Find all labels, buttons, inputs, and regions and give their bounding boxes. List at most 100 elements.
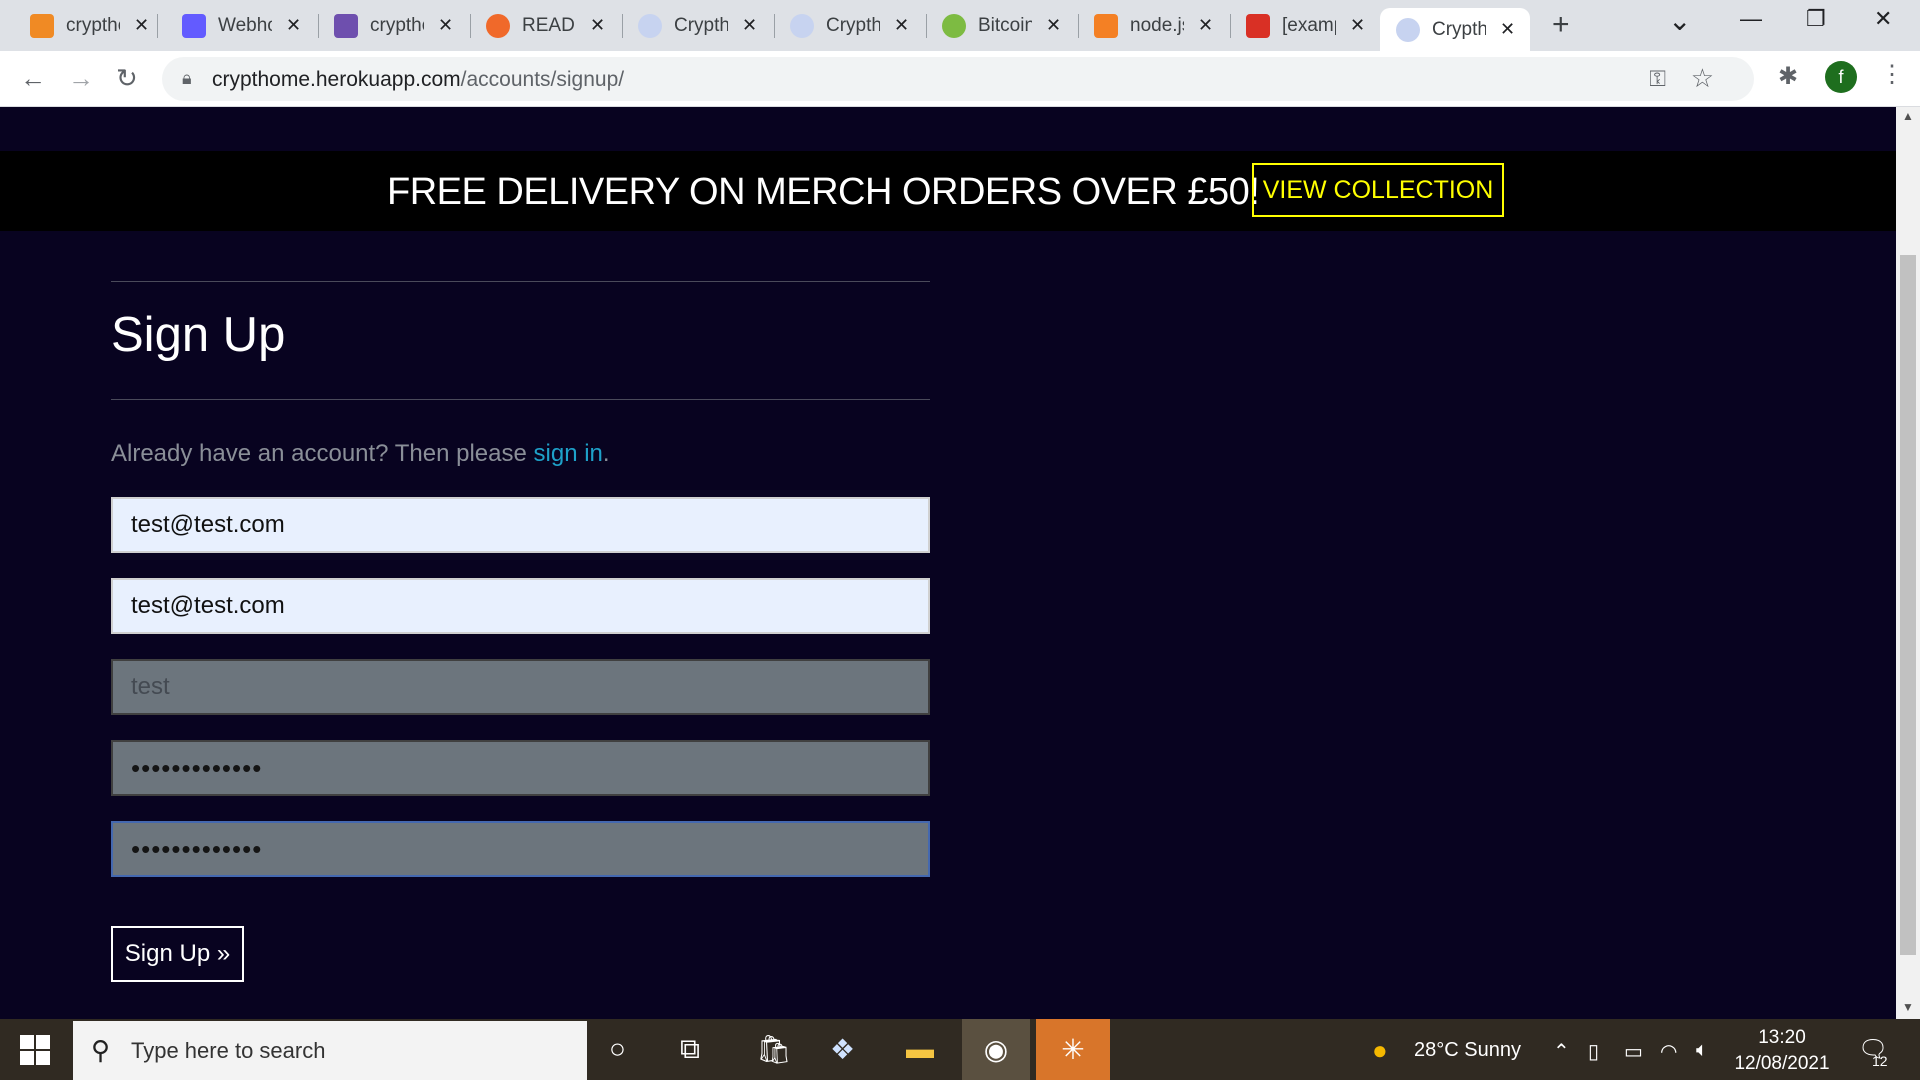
sign-up-button[interactable]: Sign Up » [111, 926, 244, 982]
cortana-icon[interactable]: ○ [609, 1033, 626, 1065]
close-tab-icon[interactable]: ✕ [1198, 15, 1213, 36]
password-key-icon[interactable]: ⚿ [1649, 66, 1666, 92]
page-title: Sign Up [111, 308, 286, 362]
email-field[interactable]: test@test.com [111, 497, 930, 553]
clock-time: 13:20 [1758, 1027, 1806, 1048]
tab-strip: crypthome ✕ Webhooks ✕ crypthome ✕ READM… [0, 0, 1920, 51]
meet-icon[interactable]: ▯ [1588, 1039, 1599, 1064]
battery-icon[interactable]: ▭ [1624, 1039, 1643, 1064]
back-icon[interactable]: ← [20, 63, 46, 94]
weather-text[interactable]: 28°C Sunny [1414, 1039, 1521, 1062]
scrollbar[interactable]: ▲ ▼ [1896, 107, 1920, 1019]
extensions-icon[interactable]: ✱ [1778, 62, 1798, 91]
tab-title: node.js [1130, 14, 1184, 36]
tab-favicon-icon [1396, 17, 1420, 42]
restore-icon[interactable]: ❐ [1806, 6, 1826, 32]
close-tab-icon[interactable]: ✕ [742, 15, 757, 36]
slack-icon[interactable]: ✳ [1036, 1019, 1110, 1080]
signin-prompt: Already have an account? Then please sig… [111, 440, 610, 467]
tab[interactable]: crypthome ✕ [0, 8, 149, 43]
close-window-icon[interactable]: ✕ [1874, 6, 1892, 32]
bookmark-star-icon[interactable]: ☆ [1691, 63, 1714, 94]
avatar[interactable]: f [1825, 61, 1857, 93]
tab-favicon-icon [790, 13, 814, 38]
view-collection-button[interactable]: VIEW COLLECTION [1252, 163, 1504, 217]
tab-favicon-icon [942, 13, 966, 38]
tab-favicon-icon [30, 13, 54, 38]
address-bar[interactable]: 🔒︎ crypthome.herokuapp.com/accounts/sign… [162, 57, 1754, 101]
close-tab-icon[interactable]: ✕ [1500, 19, 1515, 40]
forward-icon[interactable]: → [68, 63, 94, 94]
tab-favicon-icon [1094, 13, 1118, 38]
volume-icon[interactable]: 🔈︎ [1696, 1039, 1708, 1062]
tab-favicon-icon [1246, 13, 1270, 38]
tab-title: Crypthome [1432, 18, 1486, 40]
new-tab-button[interactable]: + [1552, 8, 1570, 42]
clock-date: 12/08/2021 [1734, 1053, 1830, 1074]
tab-title: Bitcoin [978, 14, 1032, 36]
chrome-icon[interactable]: ◉ [962, 1019, 1030, 1080]
tab-search-icon[interactable]: ⌄ [1668, 4, 1691, 37]
close-tab-icon[interactable]: ✕ [1046, 15, 1061, 36]
taskbar-search-input[interactable]: ⚲ Type here to search [73, 1021, 587, 1080]
scroll-down-icon[interactable]: ▼ [1902, 1000, 1914, 1014]
tab[interactable]: crypthome ✕ [304, 8, 453, 43]
password-confirm-field[interactable]: ••••••••••••• [111, 821, 930, 877]
password-field[interactable]: ••••••••••••• [111, 740, 930, 796]
tab-favicon-icon [182, 13, 206, 38]
lock-icon: 🔒︎ [182, 68, 192, 88]
tab[interactable]: [example ✕ [1216, 8, 1365, 43]
page-content: FREE DELIVERY ON MERCH ORDERS OVER £50! … [0, 107, 1896, 1019]
store-icon[interactable]: 🛍︎ [756, 1033, 792, 1066]
username-field[interactable]: test [111, 659, 930, 715]
search-icon: ⚲ [91, 1035, 111, 1065]
close-tab-icon[interactable]: ✕ [438, 15, 453, 36]
close-tab-icon[interactable]: ✕ [894, 15, 909, 36]
search-placeholder: Type here to search [131, 1038, 326, 1063]
wifi-icon[interactable]: ◠ [1660, 1039, 1677, 1064]
promo-text: FREE DELIVERY ON MERCH ORDERS OVER £50! [387, 171, 1260, 213]
url-text: crypthome.herokuapp.com/accounts/signup/ [212, 68, 625, 91]
tab[interactable]: README ✕ [456, 8, 605, 43]
tray-chevron-icon[interactable]: ⌃ [1553, 1039, 1570, 1064]
tab-favicon-icon [638, 13, 662, 38]
tab[interactable]: node.js ✕ [1064, 8, 1213, 43]
tab[interactable]: Crypthome ✕ [760, 8, 909, 43]
email-confirm-field[interactable]: test@test.com [111, 578, 930, 634]
scroll-up-icon[interactable]: ▲ [1902, 109, 1914, 123]
file-explorer-icon[interactable]: ▬ [906, 1033, 934, 1065]
taskbar: ⚲ Type here to search ○ ⧉ 🛍︎ ❖ ▬ ◉ ✳ ● 2… [0, 1019, 1920, 1080]
tab-title: README [522, 14, 576, 36]
tab[interactable]: Webhooks ✕ [152, 8, 301, 43]
sign-in-link[interactable]: sign in [534, 440, 603, 467]
minimize-icon[interactable]: — [1740, 6, 1762, 32]
tab-favicon-icon [486, 13, 510, 38]
tab-title: [example [1282, 14, 1336, 36]
weather-sun-icon: ● [1372, 1035, 1388, 1065]
tab-active[interactable]: Crypthome ✕ [1380, 8, 1530, 51]
browser-toolbar: ← → ↻ 🔒︎ crypthome.herokuapp.com/account… [0, 51, 1920, 107]
tab[interactable]: Bitcoin ✕ [912, 8, 1061, 43]
tab-title: crypthome [66, 14, 120, 36]
notification-count: 12 [1872, 1053, 1888, 1069]
windows-start-icon[interactable] [20, 1035, 50, 1065]
reload-icon[interactable]: ↻ [116, 63, 138, 94]
dropbox-icon[interactable]: ❖ [830, 1033, 855, 1066]
tab-title: Crypthome [826, 14, 880, 36]
close-tab-icon[interactable]: ✕ [1350, 15, 1365, 36]
browser-menu-icon[interactable]: ⋮ [1880, 60, 1904, 89]
promo-banner: FREE DELIVERY ON MERCH ORDERS OVER £50! … [0, 151, 1896, 231]
close-tab-icon[interactable]: ✕ [286, 15, 301, 36]
close-tab-icon[interactable]: ✕ [590, 15, 605, 36]
tab-title: Crypthome [674, 14, 728, 36]
scrollbar-thumb[interactable] [1900, 255, 1916, 955]
clock[interactable]: 13:20 12/08/2021 [1734, 1025, 1830, 1077]
tab-title: crypthome [370, 14, 424, 36]
close-tab-icon[interactable]: ✕ [134, 15, 149, 36]
tab-favicon-icon [334, 13, 358, 38]
tab-title: Webhooks [218, 14, 272, 36]
tab[interactable]: Crypthome ✕ [608, 8, 757, 43]
divider [111, 399, 930, 400]
task-view-icon[interactable]: ⧉ [680, 1033, 700, 1066]
divider [111, 281, 930, 282]
